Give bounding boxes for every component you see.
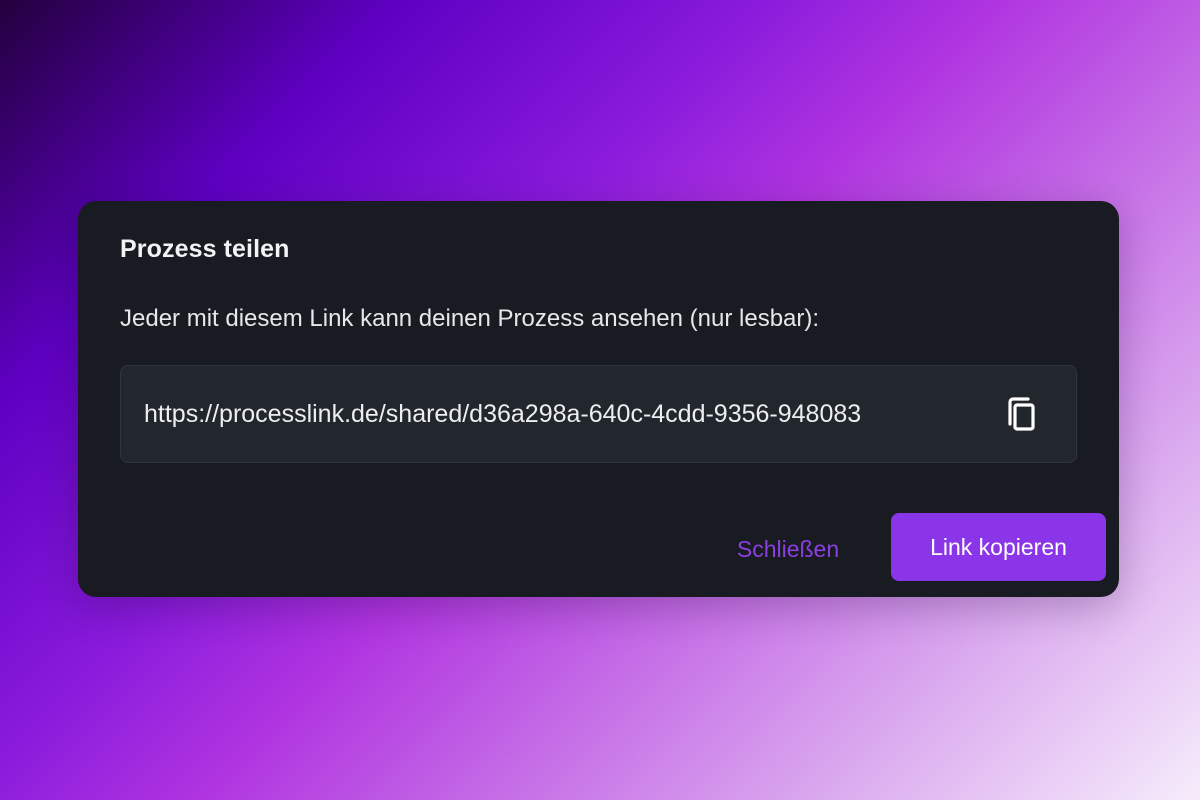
dialog-title: Prozess teilen — [120, 235, 290, 263]
share-link-text[interactable]: https://processlink.de/shared/d36a298a-6… — [144, 400, 861, 429]
share-link-field[interactable]: https://processlink.de/shared/d36a298a-6… — [120, 365, 1077, 463]
dialog-description: Jeder mit diesem Link kann deinen Prozes… — [120, 305, 820, 332]
close-button[interactable]: Schließen — [718, 531, 858, 567]
copy-icon[interactable] — [1004, 396, 1040, 434]
share-dialog: Prozess teilen Jeder mit diesem Link kan… — [78, 201, 1119, 597]
copy-link-button[interactable]: Link kopieren — [891, 513, 1106, 581]
